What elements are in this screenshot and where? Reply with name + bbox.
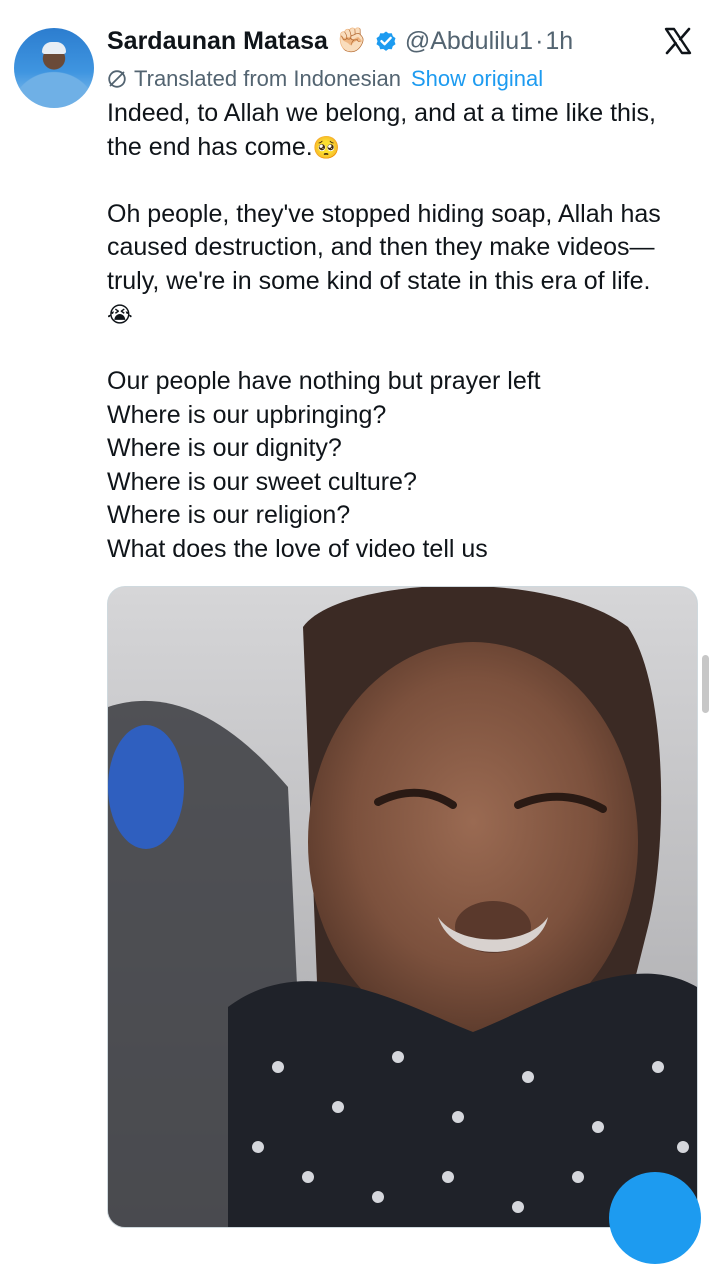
tweet-line: the end has come.🥺 [107, 131, 702, 165]
pleading-face-emoji: 🥺 [312, 134, 341, 160]
tweet-header: Sardaunan Matasa ✊🏻 @Abdulilu1 · 1h [107, 24, 573, 58]
avatar[interactable] [14, 28, 94, 108]
media-image [108, 587, 697, 1227]
globe-icon [108, 70, 126, 88]
loudly-crying-face-emoji: 😭 [107, 302, 133, 327]
tweet: Sardaunan Matasa ✊🏻 @Abdulilu1 · 1h Tran… [0, 0, 711, 1264]
tweet-line: Where is our sweet culture? [107, 467, 417, 496]
raised-fist-emoji: ✊🏻 [336, 27, 367, 54]
scrollbar[interactable] [702, 655, 709, 713]
paragraph-break [107, 332, 702, 366]
verified-badge-icon [376, 31, 396, 51]
tweet-line: Indeed, to Allah we belong, and at a tim… [107, 99, 656, 127]
translated-label: Translated from Indonesian [134, 66, 401, 91]
tweet-line: Where is our religion? [107, 501, 351, 529]
translation-notice: Translated from Indonesian Show original [107, 64, 543, 94]
tweet-line: caused destruction, and then they make v… [107, 233, 655, 261]
tweet-text: Indeed, to Allah we belong, and at a tim… [107, 97, 702, 566]
show-original-link[interactable]: Show original [411, 66, 543, 92]
tweet-line-text: the end has come. [107, 132, 313, 161]
tweet-line: Where is our dignity? [107, 434, 342, 462]
display-name[interactable]: Sardaunan Matasa [107, 27, 328, 56]
tweet-timestamp[interactable]: 1h [545, 27, 573, 56]
media-video-thumbnail[interactable] [107, 586, 698, 1228]
user-handle[interactable]: @Abdulilu1 [405, 27, 533, 56]
x-logo-icon[interactable] [663, 26, 693, 56]
tweet-line: Our people have nothing but prayer left [107, 367, 541, 395]
avatar-cap [42, 42, 66, 54]
paragraph-break [107, 164, 702, 198]
tweet-line: truly, we're in some kind of state in th… [107, 266, 651, 295]
tweet-line: Oh people, they've stopped hiding soap, … [107, 199, 661, 228]
separator-dot: · [535, 26, 544, 55]
tweet-line: What does the love of video tell us [107, 534, 488, 563]
compose-button[interactable] [609, 1172, 701, 1264]
tweet-line: Where is our upbringing? [107, 400, 387, 429]
